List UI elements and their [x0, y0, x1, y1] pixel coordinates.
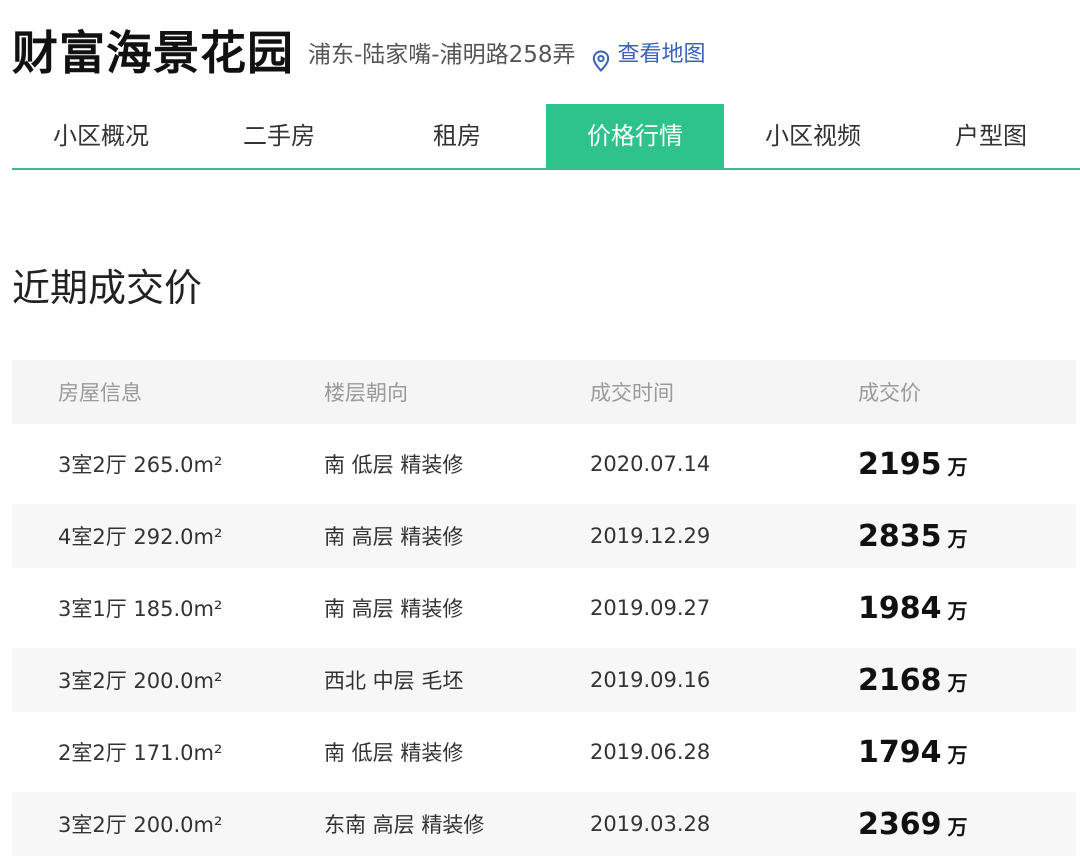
- tab-video[interactable]: 小区视频: [724, 104, 902, 168]
- table-header: 房屋信息 楼层朝向 成交时间 成交价: [12, 360, 1076, 424]
- price-value: 1794: [858, 734, 942, 770]
- table-row: 3室2厅 200.0m² 西北 中层 毛坯 2019.09.16 2168 万: [12, 648, 1076, 712]
- deal-date: 2019.12.29: [590, 524, 711, 548]
- community-address: 浦东-陆家嘴-浦明路258弄: [308, 42, 576, 68]
- tab-overview[interactable]: 小区概况: [12, 104, 190, 168]
- price-unit: 万: [947, 814, 968, 839]
- deal-price: 1984 万: [810, 591, 1076, 626]
- house-info: 3室2厅 265.0m²: [58, 453, 223, 477]
- transaction-table: 房屋信息 楼层朝向 成交时间 成交价 3室2厅 265.0m² 南 低层 精装修…: [12, 360, 1076, 864]
- column-header: 成交时间: [590, 381, 674, 405]
- price-value: 2195: [858, 446, 942, 482]
- deal-price: 2835 万: [810, 519, 1076, 554]
- view-map-label: 查看地图: [617, 42, 706, 67]
- house-info: 3室2厅 200.0m²: [58, 669, 223, 693]
- price-value: 2369: [858, 806, 942, 842]
- page-title: 财富海景花园: [12, 26, 294, 80]
- floor-orientation: 南 高层 精装修: [324, 525, 464, 549]
- floor-orientation: 西北 中层 毛坯: [324, 669, 464, 693]
- view-map-link[interactable]: 查看地图: [592, 32, 706, 78]
- deal-price: 2369 万: [810, 807, 1076, 842]
- price-unit: 万: [947, 670, 968, 695]
- price-unit: 万: [947, 454, 968, 479]
- tab-rent[interactable]: 租房: [368, 104, 546, 168]
- price-unit: 万: [947, 598, 968, 623]
- price-value: 2168: [858, 662, 942, 698]
- price-value: 2835: [858, 518, 942, 554]
- column-header: 楼层朝向: [324, 381, 408, 405]
- price-value: 1984: [858, 590, 942, 626]
- house-info: 3室1厅 185.0m²: [58, 597, 223, 621]
- table-row: 2室2厅 171.0m² 南 低层 精装修 2019.06.28 1794 万: [12, 720, 1076, 784]
- location-pin-icon: [592, 44, 610, 72]
- price-unit: 万: [947, 526, 968, 551]
- column-header: 成交价: [858, 381, 921, 405]
- floor-orientation: 南 低层 精装修: [324, 453, 464, 477]
- floor-orientation: 南 高层 精装修: [324, 597, 464, 621]
- table-row: 3室2厅 265.0m² 南 低层 精装修 2020.07.14 2195 万: [12, 432, 1076, 496]
- nav-tabs: 小区概况 二手房 租房 价格行情 小区视频 户型图: [12, 104, 1080, 170]
- deal-price: 2195 万: [810, 447, 1076, 482]
- house-info: 3室2厅 200.0m²: [58, 813, 223, 837]
- tab-second-hand[interactable]: 二手房: [190, 104, 368, 168]
- house-info: 2室2厅 171.0m²: [58, 741, 223, 765]
- deal-price: 2168 万: [810, 663, 1076, 698]
- deal-date: 2019.09.16: [590, 668, 711, 692]
- house-info: 4室2厅 292.0m²: [58, 525, 223, 549]
- page-header: 财富海景花园 浦东-陆家嘴-浦明路258弄 查看地图: [12, 14, 706, 84]
- table-row: 4室2厅 292.0m² 南 高层 精装修 2019.12.29 2835 万: [12, 504, 1076, 568]
- deal-price: 1794 万: [810, 735, 1076, 770]
- deal-date: 2020.07.14: [590, 452, 711, 476]
- section-title: 近期成交价: [12, 266, 203, 310]
- tab-price-trend[interactable]: 价格行情: [546, 104, 724, 168]
- floor-orientation: 东南 高层 精装修: [324, 813, 485, 837]
- deal-date: 2019.09.27: [590, 596, 711, 620]
- table-row: 3室1厅 185.0m² 南 高层 精装修 2019.09.27 1984 万: [12, 576, 1076, 640]
- deal-date: 2019.06.28: [590, 740, 711, 764]
- table-row: 3室2厅 200.0m² 东南 高层 精装修 2019.03.28 2369 万: [12, 792, 1076, 856]
- price-unit: 万: [947, 742, 968, 767]
- tab-floor-plan[interactable]: 户型图: [902, 104, 1080, 168]
- floor-orientation: 南 低层 精装修: [324, 741, 464, 765]
- column-header: 房屋信息: [58, 381, 142, 405]
- deal-date: 2019.03.28: [590, 812, 711, 836]
